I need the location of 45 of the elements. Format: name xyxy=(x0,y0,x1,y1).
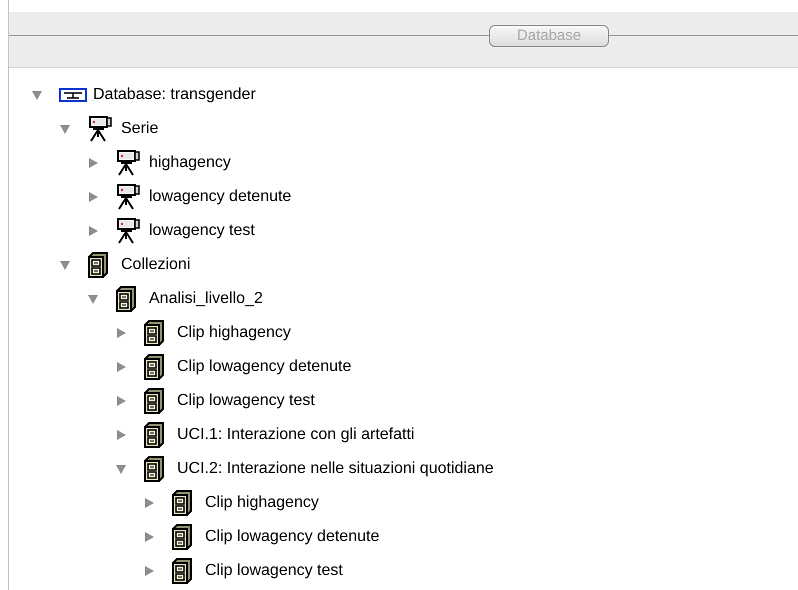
collapsed-arrow-icon[interactable] xyxy=(115,395,127,407)
filing-cabinet-icon xyxy=(143,422,165,448)
database-icon xyxy=(59,88,87,102)
filing-cabinet-icon xyxy=(171,524,193,550)
tree-item[interactable]: UCI.2: Interazione nelle situazioni quotidiane xyxy=(177,457,494,481)
collapsed-arrow-icon[interactable] xyxy=(115,361,127,373)
filing-cabinet-icon xyxy=(143,388,165,414)
video-camera-icon xyxy=(115,217,143,245)
tree-item[interactable]: Analisi_livello_2 xyxy=(149,287,263,311)
tree-item[interactable]: Collezioni xyxy=(121,253,190,277)
expanded-arrow-icon[interactable] xyxy=(31,89,43,101)
tree-item[interactable]: Clip lowagency detenute xyxy=(177,355,352,379)
video-camera-icon xyxy=(87,115,115,143)
filing-cabinet-icon xyxy=(143,354,165,380)
expanded-arrow-icon[interactable] xyxy=(59,123,71,135)
tree-item[interactable]: Clip lowagency test xyxy=(205,559,343,583)
collapsed-arrow-icon[interactable] xyxy=(143,531,155,543)
filing-cabinet-icon xyxy=(115,286,137,312)
expanded-arrow-icon[interactable] xyxy=(87,293,99,305)
collapsed-arrow-icon[interactable] xyxy=(115,429,127,441)
tree-item[interactable]: lowagency detenute xyxy=(149,185,292,209)
filing-cabinet-icon xyxy=(87,252,109,278)
collapsed-arrow-icon[interactable] xyxy=(143,565,155,577)
collapsed-arrow-icon[interactable] xyxy=(87,157,99,169)
tree-item[interactable]: highagency xyxy=(149,151,231,175)
tree-item[interactable]: Clip lowagency detenute xyxy=(205,525,380,549)
filing-cabinet-icon xyxy=(143,456,165,482)
filing-cabinet-icon xyxy=(171,490,193,516)
collapsed-arrow-icon[interactable] xyxy=(87,225,99,237)
collapsed-arrow-icon[interactable] xyxy=(115,327,127,339)
tree-item[interactable]: UCI.1: Interazione con gli artefatti xyxy=(177,423,414,447)
video-camera-icon xyxy=(115,149,143,177)
tree-item[interactable]: Serie xyxy=(121,117,158,141)
filing-cabinet-icon xyxy=(171,558,193,584)
expanded-arrow-icon[interactable] xyxy=(115,463,127,475)
filing-cabinet-icon xyxy=(143,320,165,346)
tree-item[interactable]: lowagency test xyxy=(149,219,255,243)
expanded-arrow-icon[interactable] xyxy=(59,259,71,271)
tree-item[interactable]: Clip highagency xyxy=(205,491,319,515)
tree-item[interactable]: Clip lowagency test xyxy=(177,389,315,413)
video-camera-icon xyxy=(115,183,143,211)
collapsed-arrow-icon[interactable] xyxy=(143,497,155,509)
tree-item[interactable]: Clip highagency xyxy=(177,321,291,345)
tree-item[interactable]: Database: transgender xyxy=(93,83,256,107)
collapsed-arrow-icon[interactable] xyxy=(87,191,99,203)
